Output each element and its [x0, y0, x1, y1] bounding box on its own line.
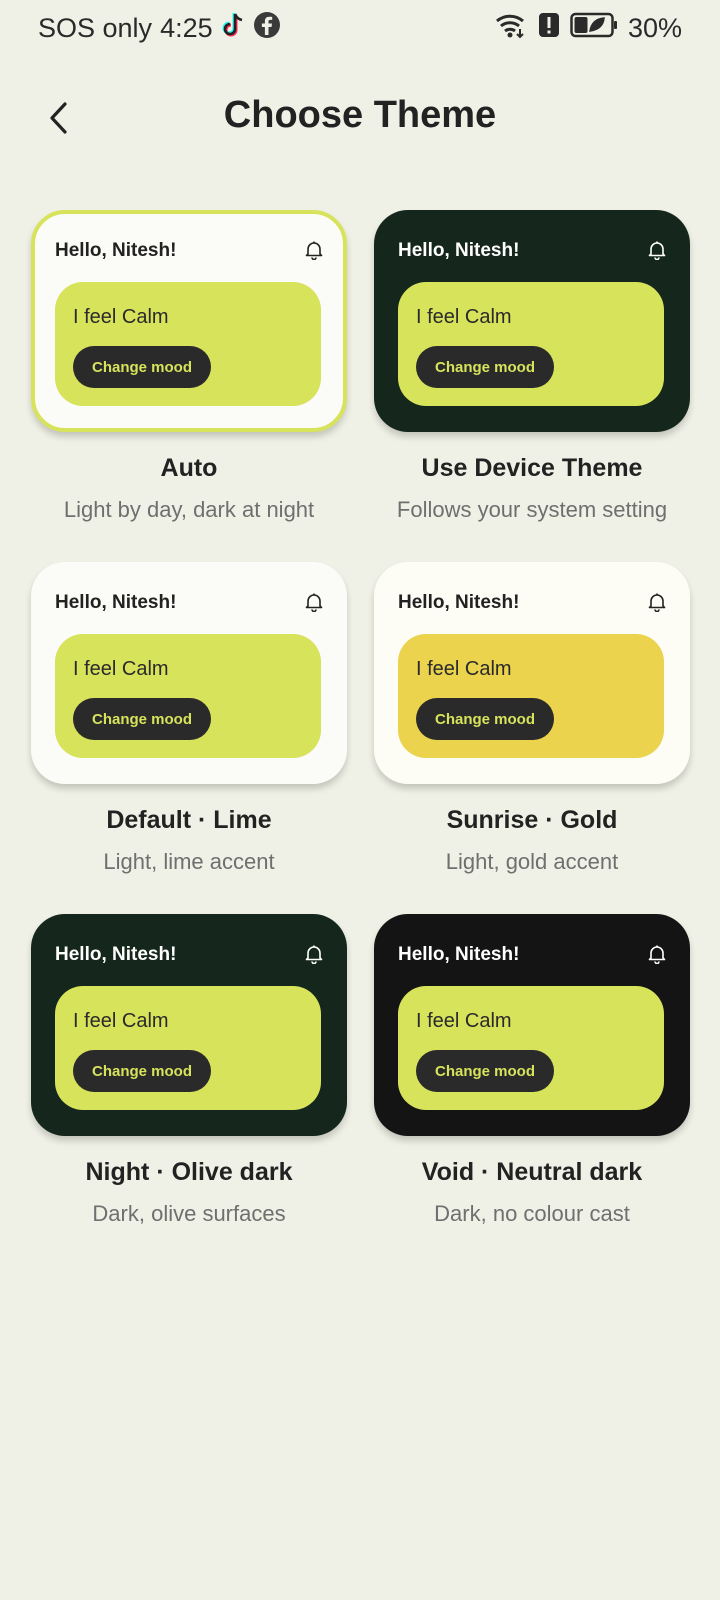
preview-mood-box: I feel Calm Change mood [55, 986, 321, 1110]
theme-name: Night · Olive dark [85, 1158, 293, 1186]
bell-icon [648, 944, 666, 965]
theme-option[interactable]: Hello, Nitesh! I feel Calm Change mood Void… [374, 914, 690, 1266]
preview-greeting: Hello, Nitesh! [55, 944, 177, 965]
bell-icon [305, 592, 323, 613]
bell-icon [305, 240, 323, 261]
alert-icon [538, 11, 560, 46]
theme-name: Default · Lime [106, 806, 272, 834]
theme-preview-card[interactable]: Hello, Nitesh! I feel Calm Change mood [31, 210, 347, 432]
theme-option[interactable]: Hello, Nitesh! I feel Calm Change mood Sunr… [374, 562, 690, 914]
preview-change-mood-button: Change mood [73, 1050, 211, 1092]
preview-change-mood-button: Change mood [73, 698, 211, 740]
theme-description: Follows your system setting [396, 497, 668, 522]
battery-icon [570, 11, 618, 46]
theme-description: Light by day, dark at night [63, 497, 315, 522]
theme-option[interactable]: Hello, Nitesh! I feel Calm Change mood Use … [374, 210, 690, 562]
preview-greeting: Hello, Nitesh! [398, 592, 520, 613]
facebook-icon [253, 11, 281, 46]
preview-change-mood-button: Change mood [416, 1050, 554, 1092]
preview-mood-text: I feel Calm [73, 306, 169, 328]
header: Choose Theme [0, 78, 720, 158]
theme-description: Light, lime accent [103, 849, 275, 874]
theme-name: Sunrise · Gold [446, 806, 618, 834]
carrier-label: SOS only [38, 12, 153, 43]
bell-icon [648, 240, 666, 261]
bell-icon [305, 944, 323, 965]
preview-greeting: Hello, Nitesh! [398, 944, 520, 965]
preview-greeting: Hello, Nitesh! [55, 240, 177, 261]
battery-percent: 30% [627, 12, 682, 43]
theme-name: Void · Neutral dark [421, 1158, 643, 1186]
preview-mood-text: I feel Calm [416, 1010, 512, 1032]
preview-change-mood-button: Change mood [416, 346, 554, 388]
bell-icon [648, 592, 666, 613]
theme-description: Dark, olive surfaces [92, 1201, 286, 1226]
theme-option[interactable]: Hello, Nitesh! I feel Calm Change mood Nigh… [31, 914, 347, 1266]
theme-description: Dark, no colour cast [434, 1201, 630, 1226]
theme-option[interactable]: Hello, Nitesh! I feel Calm Change mood Auto… [31, 210, 347, 562]
status-left: SOS only 4:25 [38, 11, 281, 46]
preview-mood-box: I feel Calm Change mood [55, 634, 321, 758]
preview-mood-box: I feel Calm Change mood [398, 634, 664, 758]
preview-mood-text: I feel Calm [416, 306, 512, 328]
theme-option[interactable]: Hello, Nitesh! I feel Calm Change mood Defa… [31, 562, 347, 914]
theme-name: Auto [160, 454, 218, 482]
preview-mood-text: I feel Calm [416, 658, 512, 680]
status-bar: SOS only 4:25 30% [0, 0, 720, 56]
preview-greeting: Hello, Nitesh! [55, 592, 177, 613]
theme-preview-card[interactable]: Hello, Nitesh! I feel Calm Change mood [374, 914, 690, 1136]
preview-mood-box: I feel Calm Change mood [398, 282, 664, 406]
theme-preview-card[interactable]: Hello, Nitesh! I feel Calm Change mood [374, 210, 690, 432]
theme-preview-card[interactable]: Hello, Nitesh! I feel Calm Change mood [374, 562, 690, 784]
preview-mood-box: I feel Calm Change mood [55, 282, 321, 406]
preview-change-mood-button: Change mood [416, 698, 554, 740]
theme-name: Use Device Theme [421, 454, 643, 482]
theme-grid: Hello, Nitesh! I feel Calm Change mood Auto… [31, 210, 690, 1266]
preview-mood-box: I feel Calm Change mood [398, 986, 664, 1110]
clock: 4:25 [160, 12, 213, 43]
tiktok-icon [221, 11, 245, 46]
preview-greeting: Hello, Nitesh! [398, 240, 520, 261]
wifi-icon [494, 11, 528, 46]
preview-change-mood-button: Change mood [73, 346, 211, 388]
status-right: 30% [494, 11, 682, 46]
preview-mood-text: I feel Calm [73, 1010, 169, 1032]
theme-preview-card[interactable]: Hello, Nitesh! I feel Calm Change mood [31, 914, 347, 1136]
theme-preview-card[interactable]: Hello, Nitesh! I feel Calm Change mood [31, 562, 347, 784]
preview-mood-text: I feel Calm [73, 658, 169, 680]
theme-description: Light, gold accent [445, 849, 619, 874]
page-title: Choose Theme [223, 94, 497, 136]
